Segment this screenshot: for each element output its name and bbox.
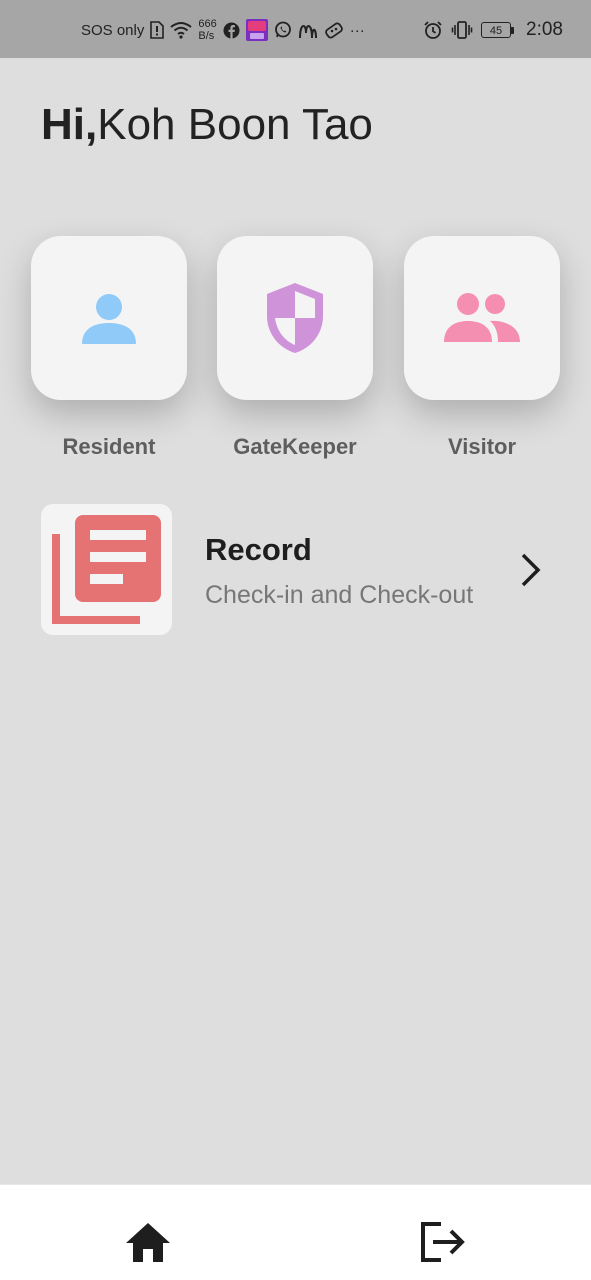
more-notifications-icon: ··· [349,21,365,39]
visitor-button[interactable] [404,236,560,400]
record-subtitle: Check-in and Check-out [205,581,474,609]
facebook-icon [223,22,240,39]
game-controller-icon [324,21,344,39]
greeting-prefix: Hi, [41,100,98,149]
alarm-icon [423,20,443,40]
people-icon [444,293,520,342]
vibrate-icon [451,20,473,40]
whatsapp-icon [274,21,292,39]
status-bar: SOS only 666 B/s ··· 45 2:08 [0,0,591,58]
user-name: Koh Boon Tao [97,100,373,149]
carrier-text: SOS only [81,21,145,39]
network-speed-unit: B/s [198,30,215,42]
status-time: 2:08 [526,19,563,40]
record-thumbnail [41,504,172,635]
status-bar-left: SOS only 666 B/s ··· [81,18,365,42]
bottom-navigation [0,1184,591,1280]
home-icon[interactable] [125,1221,171,1263]
wifi-icon [170,21,192,39]
record-list-item[interactable]: Record Check-in and Check-out [41,504,551,636]
mcdonalds-icon [298,21,318,39]
app-screen: SOS only 666 B/s ··· 45 2:08 Hi,Koh Boon… [0,0,591,1280]
battery-level: 45 [481,22,512,38]
chevron-right-icon [521,553,541,587]
gatekeeper-button[interactable] [217,236,373,400]
battery-tip [511,26,515,34]
resident-label: Resident [62,434,156,459]
gatekeeper-label: GateKeeper [233,434,357,459]
visitor-label: Visitor [447,434,517,459]
greeting: Hi,Koh Boon Tao [41,100,373,150]
shield-icon [267,283,323,353]
app-notification-icon [245,19,268,41]
person-icon [82,294,136,344]
battery-indicator: 45 [481,22,515,38]
logout-icon[interactable] [419,1221,467,1263]
role-selector: Resident GateKeeper Visitor [31,236,560,466]
sim-alert-icon [150,21,165,39]
resident-button[interactable] [31,236,187,400]
record-title: Record [205,532,312,567]
network-speed-value: 666 [198,18,217,30]
network-speed: 666 B/s [198,18,216,42]
status-bar-right: 45 2:08 [423,19,563,41]
library-books-icon [52,515,161,624]
